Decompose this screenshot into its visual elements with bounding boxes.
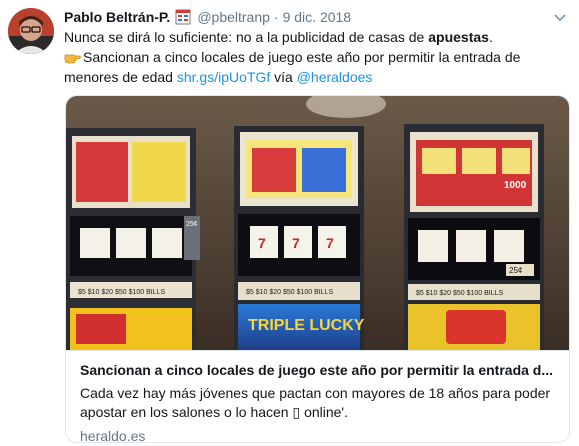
tweet-date[interactable]: 9 dic. 2018 <box>283 9 352 25</box>
user-handle[interactable]: @pbeltranp <box>197 9 270 25</box>
card-title[interactable]: Sancionan a cinco locales de juego este … <box>80 361 555 380</box>
tweet-header: Pablo Beltrán-P. @pbeltranp · 9 dic. 201… <box>64 7 569 27</box>
tweet-text: Nunca se dirá lo suficiente: no a la pub… <box>64 27 569 87</box>
link-card[interactable]: $5 $10 $20 $50 $100 BILLS 7 7 7 $5 $10 $… <box>65 95 570 443</box>
short-link[interactable]: shr.gs/ipUoTGf <box>177 69 270 85</box>
tweet-text-line-2: Sancionan a cinco locales de juego este … <box>64 47 569 87</box>
svg-text:7: 7 <box>326 235 334 251</box>
text-segment: Nunca se dirá lo suficiente: no a la pub… <box>64 29 429 45</box>
slot-machine-1: $5 $10 $20 $50 $100 BILLS <box>66 128 196 350</box>
bold-word: apuestas <box>428 29 489 45</box>
pay-label-1: $5 $10 $20 $50 $100 BILLS <box>78 289 166 296</box>
avatar-photo <box>8 8 54 54</box>
slot-machine-3: 1000 25¢ $5 $10 $20 $50 $100 BILLS <box>404 124 544 350</box>
card-image[interactable]: $5 $10 $20 $50 $100 BILLS 7 7 7 $5 $10 $… <box>66 96 569 350</box>
svg-text:7: 7 <box>292 235 300 251</box>
chevron-down-icon[interactable] <box>553 10 567 22</box>
card-domain: heraldo.es <box>80 428 146 443</box>
pay-label-3: $5 $10 $20 $50 $100 BILLS <box>416 290 504 297</box>
payout-1000: 1000 <box>504 180 527 191</box>
display-name[interactable]: Pablo Beltrán-P. <box>64 9 170 25</box>
tweet[interactable]: Pablo Beltrán-P. @pbeltranp · 9 dic. 201… <box>0 0 579 446</box>
coin-label-a: 25¢ <box>186 221 198 228</box>
slot-machines-image: $5 $10 $20 $50 $100 BILLS 7 7 7 $5 $10 $… <box>66 96 569 350</box>
calendar-emoji-icon <box>175 9 191 25</box>
card-body[interactable]: Sancionan a cinco locales de juego este … <box>66 350 569 442</box>
card-description: Cada vez hay más jóvenes que pactan con … <box>80 385 551 420</box>
text-segment: . <box>488 29 493 45</box>
mention-link[interactable]: @heraldoes <box>297 69 373 85</box>
avatar[interactable] <box>8 8 54 54</box>
text-segment: vía <box>270 69 297 85</box>
header-separator: · <box>273 9 279 25</box>
svg-text:7: 7 <box>258 235 266 251</box>
tweet-text-line-1: Nunca se dirá lo suficiente: no a la pub… <box>64 27 569 47</box>
brand-label: TRIPLE LUCKY <box>248 317 365 334</box>
coin-label: 25¢ <box>509 266 522 275</box>
pay-label-2: $5 $10 $20 $50 $100 BILLS <box>246 289 334 296</box>
slot-machine-2: 7 7 7 $5 $10 $20 $50 $100 BILLS TRIPLE L… <box>234 126 365 350</box>
pointing-hand-icon <box>64 54 81 64</box>
